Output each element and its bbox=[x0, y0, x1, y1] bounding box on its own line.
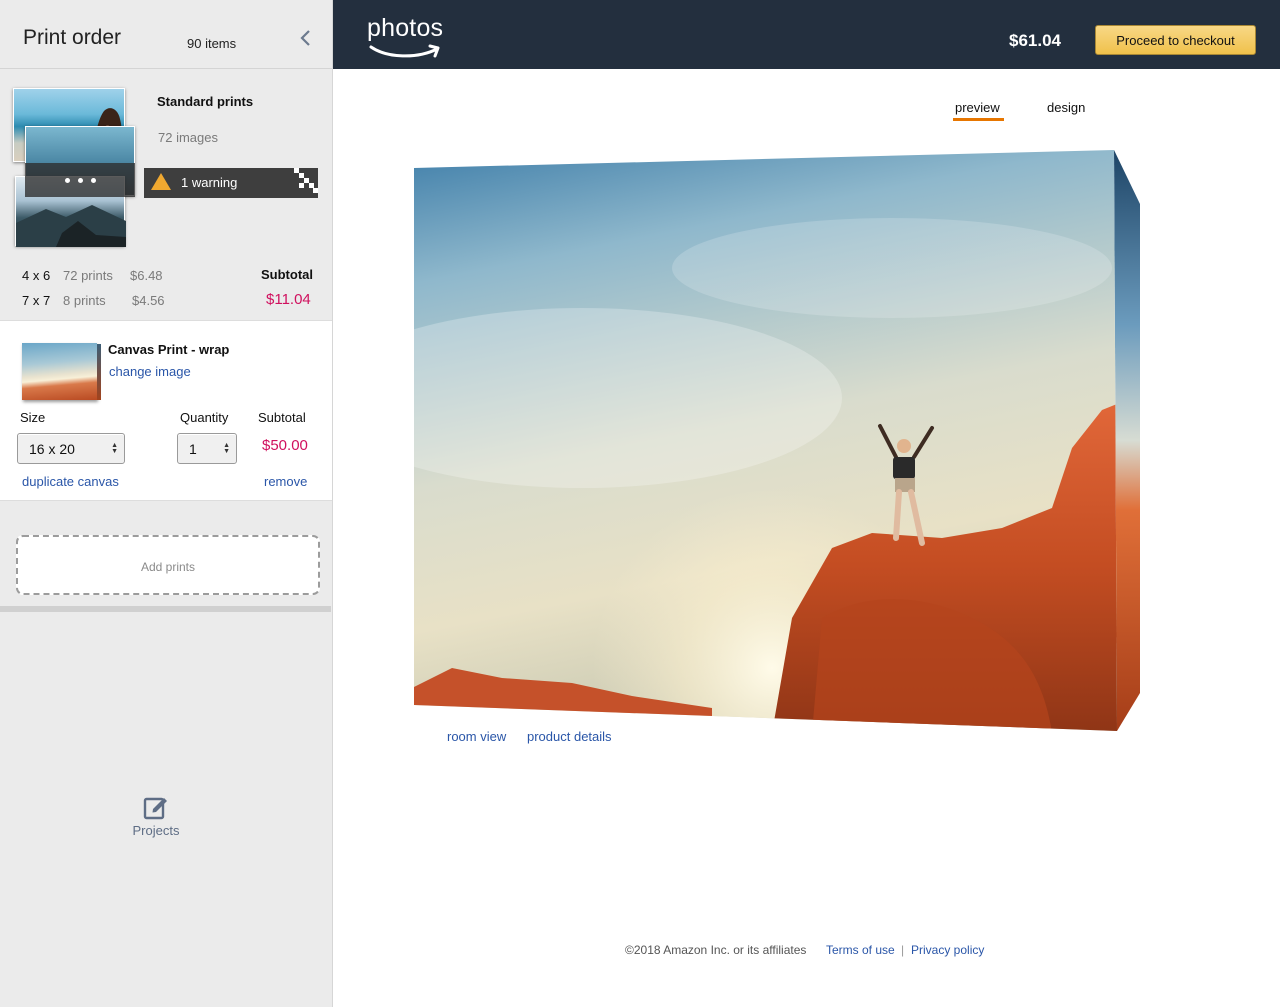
canvas-thumbnail[interactable] bbox=[22, 343, 101, 400]
projects-button[interactable]: Projects bbox=[128, 792, 184, 842]
size-select[interactable]: 16 x 20 ▲ ▼ bbox=[17, 433, 125, 464]
canvas-print-item: Canvas Print - wrap change image Size Qu… bbox=[0, 320, 332, 501]
size-select-value: 16 x 20 bbox=[29, 441, 75, 457]
dot bbox=[77, 177, 83, 183]
select-arrows-icon: ▲ ▼ bbox=[223, 442, 230, 455]
item-count: 90 items bbox=[187, 36, 237, 51]
print-price: $4.56 bbox=[132, 293, 165, 308]
active-tab-indicator bbox=[953, 118, 1004, 121]
tab-preview[interactable]: preview bbox=[955, 100, 1000, 115]
warning-icon bbox=[151, 173, 171, 190]
more-images-button[interactable] bbox=[25, 163, 135, 197]
print-size-row: 4 x 6 72 prints $6.48 bbox=[22, 268, 172, 286]
canvas-preview bbox=[412, 148, 1142, 733]
add-prints-button[interactable]: Add prints bbox=[16, 535, 320, 595]
canvas-product-name: Canvas Print - wrap bbox=[108, 342, 230, 357]
edit-document-icon bbox=[143, 797, 167, 820]
divider bbox=[0, 606, 331, 612]
standard-prints-image-count: 72 images bbox=[158, 130, 218, 145]
copyright-text: ©2018 Amazon Inc. or its affiliates bbox=[625, 943, 807, 957]
photos-logo[interactable]: photos bbox=[367, 14, 447, 60]
change-image-link[interactable]: change image bbox=[109, 364, 191, 379]
standard-prints-group: Standard prints 72 images 1 warning 4 x … bbox=[0, 70, 332, 320]
add-prints-label: Add prints bbox=[140, 560, 196, 574]
canvas-subtotal-label: Subtotal bbox=[258, 410, 306, 425]
proceed-to-checkout-button[interactable]: Proceed to checkout bbox=[1095, 25, 1256, 55]
quantity-select-value: 1 bbox=[189, 441, 197, 457]
standard-subtotal: $11.04 bbox=[266, 291, 311, 308]
warning-text: 1 warning bbox=[181, 175, 238, 190]
print-count: 72 prints bbox=[63, 268, 113, 283]
dot bbox=[90, 177, 96, 183]
privacy-policy-link[interactable]: Privacy policy bbox=[911, 943, 984, 957]
chevron-left-icon bbox=[300, 30, 310, 46]
print-count: 8 prints bbox=[63, 293, 106, 308]
canvas-preview-image bbox=[414, 150, 1140, 731]
print-size: 4 x 6 bbox=[22, 268, 51, 283]
print-order-sidebar: Print order 90 items Standard prints 72 … bbox=[0, 0, 333, 1007]
smile-arrow-icon bbox=[369, 44, 440, 58]
standard-prints-thumbnails[interactable] bbox=[13, 88, 138, 248]
projects-label: Projects bbox=[132, 823, 180, 838]
sidebar-header: Print order 90 items bbox=[0, 0, 332, 69]
tab-design[interactable]: design bbox=[1047, 100, 1085, 115]
standard-subtotal-label: Subtotal bbox=[261, 267, 313, 282]
collapse-sidebar-button[interactable] bbox=[296, 28, 316, 48]
canvas-subtotal: $50.00 bbox=[262, 437, 308, 454]
sidebar-title: Print order bbox=[23, 26, 122, 49]
print-size: 7 x 7 bbox=[22, 293, 51, 308]
remove-link[interactable]: remove bbox=[264, 474, 307, 489]
print-size-row: 7 x 7 8 prints $4.56 bbox=[22, 293, 172, 311]
size-label: Size bbox=[20, 410, 46, 425]
dot bbox=[64, 177, 70, 183]
quantity-select[interactable]: 1 ▲ ▼ bbox=[177, 433, 237, 464]
select-arrows-icon: ▲ ▼ bbox=[111, 442, 118, 455]
top-bar: photos $61.04 Proceed to checkout bbox=[333, 0, 1280, 69]
quantity-label: Quantity bbox=[180, 410, 229, 425]
terms-of-use-link[interactable]: Terms of use bbox=[826, 943, 895, 957]
warning-badge[interactable]: 1 warning bbox=[144, 168, 318, 198]
checkout-label: Proceed to checkout bbox=[1116, 33, 1235, 48]
product-details-link[interactable]: product details bbox=[527, 729, 612, 744]
print-price: $6.48 bbox=[130, 268, 163, 283]
order-total: $61.04 bbox=[1009, 31, 1061, 50]
footer-separator: | bbox=[901, 943, 905, 957]
pixel-corner-icon bbox=[294, 168, 318, 198]
room-view-link[interactable]: room view bbox=[447, 729, 506, 744]
duplicate-canvas-link[interactable]: duplicate canvas bbox=[22, 474, 119, 489]
standard-prints-label: Standard prints bbox=[157, 94, 254, 109]
